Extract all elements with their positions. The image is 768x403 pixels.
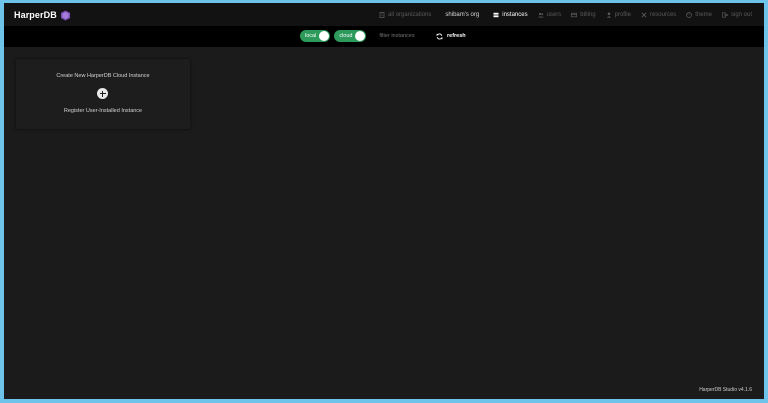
logo-text: HarperDB [14, 10, 57, 20]
cloud-toggle-label: cloud [339, 33, 353, 39]
new-instance-card: Create New HarperDB Cloud Instance Regis… [16, 59, 190, 129]
refresh-icon [436, 32, 443, 40]
users-icon [537, 12, 544, 17]
nav-instances[interactable]: instances [493, 11, 528, 18]
cloud-toggle[interactable]: cloud [334, 30, 367, 42]
refresh-label: refresh [447, 33, 466, 39]
nav-all-organizations-label: all organizations [388, 11, 432, 18]
nav-org-name-label: shibam's org [445, 11, 480, 18]
nav-billing[interactable]: billing [571, 11, 596, 18]
add-instance-plus-icon[interactable] [97, 88, 108, 99]
harperdb-logo[interactable]: HarperDB [14, 7, 71, 23]
harperdb-hexagon-icon [60, 9, 70, 21]
local-toggle[interactable]: local [300, 30, 331, 42]
credit-card-icon [571, 12, 578, 17]
user-icon [606, 12, 611, 18]
sign-out-icon [722, 11, 728, 18]
local-toggle-label: local [305, 33, 317, 39]
nav-profile[interactable]: profile [606, 12, 631, 18]
nav-links: all organizations shibam's org instances… [379, 3, 752, 26]
create-cloud-instance-link[interactable]: Create New HarperDB Cloud Instance [16, 73, 190, 79]
tools-icon [641, 11, 647, 18]
app-window: HarperDB all organizations shibam's org … [4, 3, 764, 399]
nav-org-name[interactable]: shibam's org [441, 12, 483, 18]
nav-users-label: users [546, 11, 562, 18]
refresh-button[interactable]: refresh [436, 30, 466, 42]
register-user-instance-link[interactable]: Register User-Installed Instance [16, 108, 190, 114]
server-icon [493, 12, 499, 17]
nav-theme-label: theme [695, 11, 712, 18]
building-icon [379, 11, 385, 18]
nav-theme[interactable]: theme [686, 12, 712, 18]
nav-sign-out-label: sign out [730, 11, 752, 18]
instances-toolbar: local cloud refresh [4, 26, 764, 47]
nav-all-organizations[interactable]: all organizations [379, 12, 431, 18]
nav-users[interactable]: users [537, 11, 562, 18]
nav-profile-label: profile [614, 11, 631, 18]
nav-billing-label: billing [580, 11, 596, 18]
top-navigation: HarperDB all organizations shibam's org … [4, 3, 764, 26]
nav-instances-label: instances [502, 11, 528, 18]
studio-version: HarperDB Studio v4.1.6 [699, 387, 752, 393]
nav-sign-out[interactable]: sign out [722, 12, 752, 18]
filter-instances-input[interactable] [370, 29, 424, 43]
nav-resources-label: resources [649, 11, 677, 18]
nav-resources[interactable]: resources [641, 12, 676, 18]
palette-icon [686, 11, 693, 18]
instance-type-toggles: local cloud [300, 30, 367, 42]
